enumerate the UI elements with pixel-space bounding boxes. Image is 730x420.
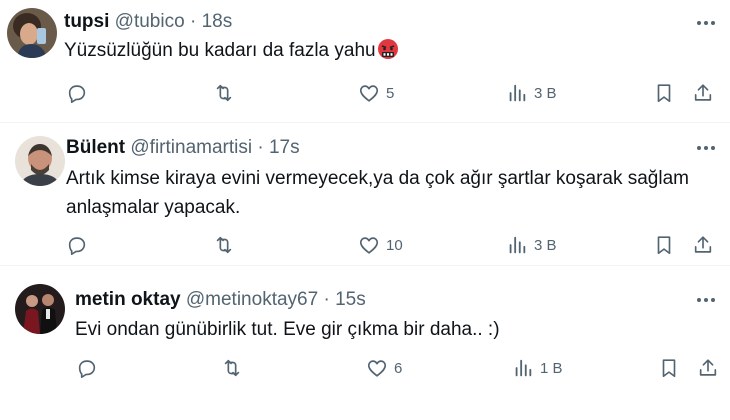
- views-button[interactable]: 3 B: [506, 79, 557, 107]
- views-icon: [515, 359, 532, 377]
- view-count: 3 B: [534, 84, 557, 102]
- retweet-icon: [216, 236, 232, 254]
- more-options-button[interactable]: [694, 138, 718, 158]
- bookmark-button[interactable]: [653, 231, 675, 259]
- bookmark-button[interactable]: [658, 354, 680, 382]
- tweet-text: Artık kimse kiraya evini vermeyecek,ya d…: [66, 164, 689, 222]
- tweet[interactable]: metin oktay @metinoktay67 · 15s Evi onda…: [0, 267, 730, 420]
- separator: ·: [257, 137, 264, 158]
- reply-icon: [68, 85, 86, 103]
- author-handle[interactable]: @metinoktay67: [186, 289, 318, 310]
- author-name[interactable]: Bülent: [66, 137, 125, 158]
- avatar[interactable]: [15, 284, 65, 334]
- like-button[interactable]: 5: [358, 79, 394, 107]
- more-icon: [697, 298, 715, 302]
- avatar[interactable]: [7, 8, 57, 58]
- tweet[interactable]: tupsi @tubico · 18s Yüzsüzlüğün bu kadar…: [0, 0, 730, 123]
- share-icon: [694, 84, 712, 101]
- view-count: 1 B: [540, 359, 563, 377]
- bookmark-icon: [657, 236, 671, 255]
- retweet-icon: [224, 359, 240, 377]
- retweet-button[interactable]: [221, 354, 243, 382]
- tweet-text-content: Evi ondan günübirlik tut. Eve gir çıkma …: [75, 319, 500, 340]
- heart-icon: [359, 237, 379, 254]
- reply-button[interactable]: [76, 354, 98, 382]
- share-button[interactable]: [692, 79, 714, 107]
- more-options-button[interactable]: [694, 13, 718, 33]
- tweet-text-line: Artık kimse kiraya evini vermeyecek,ya d…: [66, 168, 689, 189]
- tweet-text-line: anlaşmalar yapacak.: [66, 197, 241, 218]
- tweet-header: Bülent @firtinamartisi · 17s: [66, 137, 300, 159]
- timestamp[interactable]: 15s: [335, 289, 366, 310]
- separator: ·: [323, 289, 330, 310]
- share-button[interactable]: [692, 231, 714, 259]
- views-icon: [509, 236, 526, 254]
- tweet-text-content: Yüzsüzlüğün bu kadarı da fazla yahu: [64, 40, 376, 61]
- tweet-header: tupsi @tubico · 18s: [64, 11, 232, 33]
- reply-icon: [78, 360, 96, 378]
- tweet[interactable]: Bülent @firtinamartisi · 17s Artık kimse…: [0, 124, 730, 266]
- author-handle[interactable]: @firtinamartisi: [130, 137, 252, 158]
- heart-icon: [359, 85, 379, 102]
- like-button[interactable]: 10: [358, 231, 403, 259]
- avatar[interactable]: [15, 136, 65, 186]
- views-icon: [509, 84, 526, 102]
- tweet-actions: 5 3 B: [0, 79, 730, 107]
- retweet-button[interactable]: [213, 231, 235, 259]
- tweet-header: metin oktay @metinoktay67 · 15s: [75, 289, 366, 311]
- bookmark-icon: [662, 359, 676, 378]
- author-handle[interactable]: @tubico: [115, 11, 185, 32]
- more-options-button[interactable]: [694, 290, 718, 310]
- reply-button[interactable]: [66, 231, 88, 259]
- timestamp[interactable]: 17s: [269, 137, 300, 158]
- tweet-text: Evi ondan günübirlik tut. Eve gir çıkma …: [75, 315, 500, 344]
- tweet-text: Yüzsüzlüğün bu kadarı da fazla yahu: [64, 36, 399, 69]
- tweet-actions: 6 1 B: [0, 354, 730, 382]
- views-button[interactable]: 3 B: [506, 231, 557, 259]
- tweet-actions: 10 3 B: [0, 231, 730, 259]
- like-count: 10: [386, 236, 403, 254]
- author-name[interactable]: metin oktay: [75, 289, 181, 310]
- retweet-button[interactable]: [213, 79, 235, 107]
- author-name[interactable]: tupsi: [64, 11, 109, 32]
- reply-icon: [68, 237, 86, 255]
- share-button[interactable]: [697, 354, 719, 382]
- view-count: 3 B: [534, 236, 557, 254]
- timestamp[interactable]: 18s: [202, 11, 233, 32]
- heart-icon: [367, 360, 387, 377]
- like-count: 6: [394, 359, 403, 377]
- face-with-symbols-on-mouth-icon: [377, 38, 399, 69]
- share-icon: [694, 236, 712, 253]
- more-icon: [697, 146, 715, 150]
- share-icon: [699, 359, 717, 376]
- more-icon: [697, 21, 715, 25]
- like-button[interactable]: 6: [366, 354, 402, 382]
- views-button[interactable]: 1 B: [512, 354, 563, 382]
- bookmark-button[interactable]: [653, 79, 675, 107]
- reply-feed: tupsi @tubico · 18s Yüzsüzlüğün bu kadar…: [0, 0, 730, 420]
- like-count: 5: [386, 84, 395, 102]
- retweet-icon: [216, 84, 232, 102]
- bookmark-icon: [657, 84, 671, 103]
- reply-button[interactable]: [66, 79, 88, 107]
- separator: ·: [189, 11, 197, 32]
